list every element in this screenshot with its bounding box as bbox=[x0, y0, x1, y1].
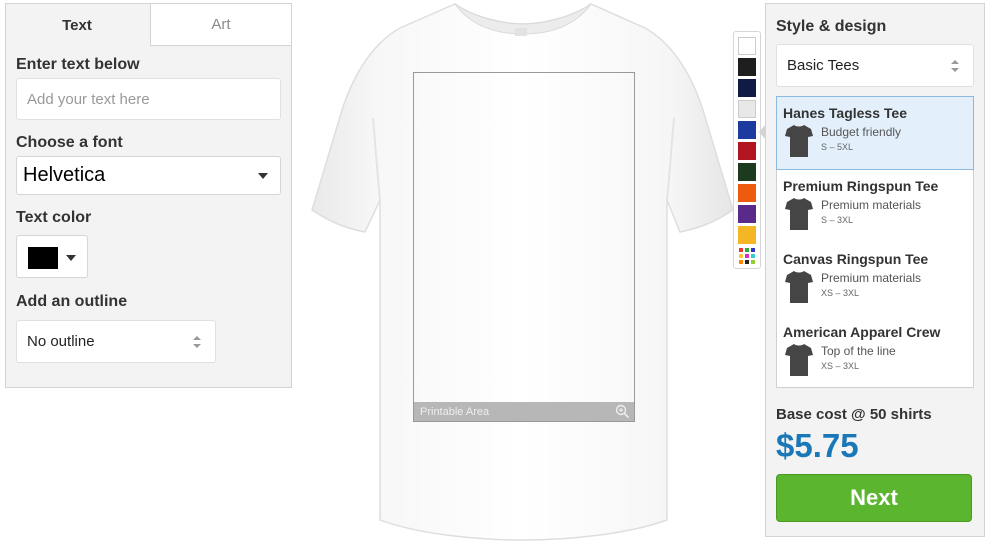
chevron-down-icon bbox=[66, 255, 76, 261]
tshirt-icon bbox=[785, 198, 813, 230]
style-design-panel: Style & design Basic Tees Hanes Tagless … bbox=[765, 3, 985, 537]
updown-arrows-icon bbox=[951, 60, 959, 74]
shirt-color-strip bbox=[733, 31, 761, 269]
outline-select-value: No outline bbox=[27, 333, 95, 350]
style-category-value: Basic Tees bbox=[787, 57, 860, 74]
product-name: Hanes Tagless Tee bbox=[783, 105, 907, 121]
base-cost-price: $5.75 bbox=[776, 427, 859, 464]
product-sizes: S – 5XL bbox=[821, 142, 854, 152]
product-desc: Budget friendly bbox=[821, 125, 902, 139]
printable-area[interactable]: Printable Area bbox=[413, 72, 635, 422]
printable-area-bar: Printable Area bbox=[414, 402, 634, 421]
color-chip-gold[interactable] bbox=[738, 226, 756, 244]
product-name: American Apparel Crew bbox=[783, 324, 941, 340]
product-name: Canvas Ringspun Tee bbox=[783, 251, 929, 267]
color-chip-purple[interactable] bbox=[738, 205, 756, 223]
tshirt-icon bbox=[785, 271, 813, 303]
style-design-title: Style & design bbox=[776, 18, 887, 35]
product-item-canvas-ringspun-tee[interactable]: Canvas Ringspun Tee Premium materials XS… bbox=[777, 243, 973, 316]
color-chip-forest-green[interactable] bbox=[738, 163, 756, 181]
color-chip-black[interactable] bbox=[738, 58, 756, 76]
style-category-select[interactable]: Basic Tees bbox=[776, 44, 974, 87]
color-chip-light-gray[interactable] bbox=[738, 100, 756, 118]
enter-text-label: Enter text below bbox=[16, 56, 140, 73]
font-select[interactable]: Helvetica bbox=[16, 156, 281, 195]
product-item-hanes-tagless-tee[interactable]: Hanes Tagless Tee Budget friendly S – 5X… bbox=[776, 96, 974, 170]
product-item-american-apparel-crew[interactable]: American Apparel Crew Top of the line XS… bbox=[777, 316, 973, 389]
printable-area-label: Printable Area bbox=[420, 405, 490, 418]
color-chip-royal-blue[interactable] bbox=[738, 121, 756, 139]
color-chip-white[interactable] bbox=[738, 37, 756, 55]
text-color-label: Text color bbox=[16, 209, 92, 226]
product-name: Premium Ringspun Tee bbox=[783, 178, 939, 194]
product-desc: Top of the line bbox=[821, 344, 896, 358]
product-desc: Premium materials bbox=[821, 271, 922, 285]
tool-tabs: Text Art bbox=[5, 3, 292, 46]
color-swatch bbox=[28, 247, 58, 269]
text-color-picker[interactable] bbox=[16, 235, 88, 278]
updown-arrows-icon bbox=[193, 336, 201, 350]
tshirt-icon bbox=[785, 125, 813, 157]
choose-font-label: Choose a font bbox=[16, 134, 123, 151]
next-button[interactable]: Next bbox=[776, 474, 972, 522]
chevron-down-icon bbox=[258, 173, 268, 179]
outline-select[interactable]: No outline bbox=[16, 320, 216, 363]
product-sizes: S – 3XL bbox=[821, 215, 854, 225]
product-list: Hanes Tagless Tee Budget friendly S – 5X… bbox=[776, 96, 974, 388]
base-cost-label: Base cost @ 50 shirts bbox=[776, 406, 932, 423]
outline-label: Add an outline bbox=[16, 293, 128, 310]
product-sizes: XS – 3XL bbox=[821, 288, 860, 298]
more-colors-icon[interactable] bbox=[738, 247, 756, 265]
text-input[interactable]: Add your text here bbox=[16, 78, 281, 120]
product-desc: Premium materials bbox=[821, 198, 922, 212]
color-chip-red[interactable] bbox=[738, 142, 756, 160]
product-item-premium-ringspun-tee[interactable]: Premium Ringspun Tee Premium materials S… bbox=[777, 170, 973, 243]
text-tool-panel: Text Art Enter text below Add your text … bbox=[5, 3, 292, 388]
font-select-value: Helvetica bbox=[23, 164, 106, 186]
tab-art[interactable]: Art bbox=[150, 3, 292, 46]
color-chip-navy[interactable] bbox=[738, 79, 756, 97]
tab-text[interactable]: Text bbox=[5, 3, 148, 46]
zoom-in-icon[interactable] bbox=[615, 404, 630, 419]
product-sizes: XS – 3XL bbox=[821, 361, 860, 371]
tshirt-icon bbox=[785, 344, 813, 376]
color-chip-orange[interactable] bbox=[738, 184, 756, 202]
